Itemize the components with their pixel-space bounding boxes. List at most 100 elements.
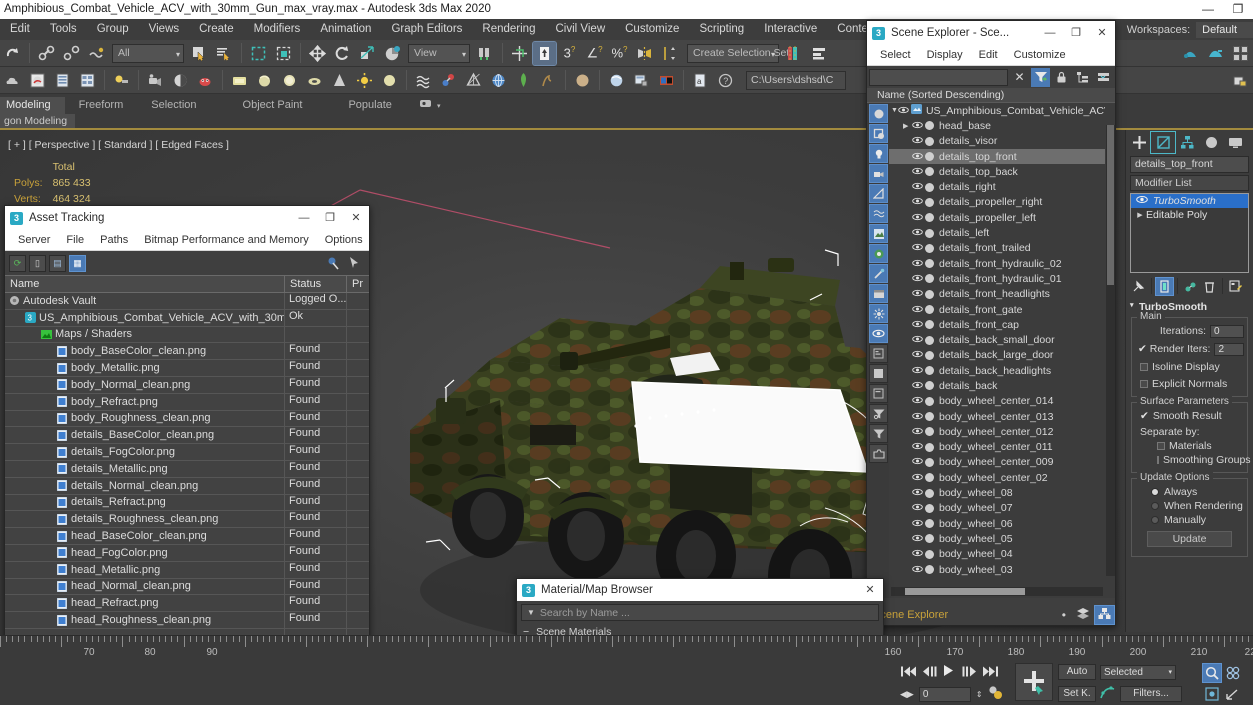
select-object-icon[interactable] xyxy=(188,42,211,65)
menu-item-rendering[interactable]: Rendering xyxy=(472,19,545,40)
refresh-icon[interactable]: ⟳ xyxy=(9,254,26,272)
eye-icon[interactable] xyxy=(912,503,923,513)
render-iters-spinner[interactable]: 2 xyxy=(1214,342,1244,356)
material-browser-toolbar-icon[interactable] xyxy=(51,69,74,92)
update-when-rendering-radio[interactable] xyxy=(1151,502,1159,510)
color-swatch-icon[interactable] xyxy=(925,335,934,345)
table-row[interactable]: details_Refract.png Found xyxy=(5,494,369,512)
render-frame-window-icon[interactable] xyxy=(1204,42,1227,65)
eye-icon[interactable] xyxy=(912,121,923,131)
scene-explorer-item[interactable]: details_back_headlights xyxy=(889,363,1105,378)
scene-explorer-item[interactable]: details_front_headlights xyxy=(889,287,1105,302)
scene-explorer-hscrollbar[interactable] xyxy=(891,587,1103,596)
eye-icon[interactable] xyxy=(912,274,923,284)
environment-sphere-icon[interactable] xyxy=(605,69,628,92)
update-always-radio[interactable] xyxy=(1151,488,1159,496)
color-swatch-icon[interactable] xyxy=(925,305,934,314)
smoothing-groups-checkbox[interactable] xyxy=(1157,456,1159,464)
filter-xrefs-icon[interactable] xyxy=(869,244,888,263)
eye-icon[interactable] xyxy=(912,381,923,391)
table-row[interactable]: head_Roughness_clean.png Found xyxy=(5,612,369,629)
table-row[interactable]: details_Normal_clean.png Found xyxy=(5,477,369,495)
scene-explorer-item[interactable]: details_visor xyxy=(889,134,1105,149)
percent-snap-toggle-icon[interactable]: 3? xyxy=(558,42,581,65)
scene-explorer-close[interactable]: ✕ xyxy=(1089,22,1115,44)
eye-icon[interactable] xyxy=(912,197,923,207)
materials-row[interactable]: Materials xyxy=(1135,439,1244,453)
update-manually-row[interactable]: Manually xyxy=(1135,513,1244,527)
scene-explorer-item[interactable]: body_wheel_07 xyxy=(889,501,1105,516)
menu-item-animation[interactable]: Animation xyxy=(310,19,381,40)
ribbon-overflow-icon[interactable]: ▾ xyxy=(406,97,455,114)
layer-manager-icon[interactable] xyxy=(783,42,806,65)
angle-snap-toggle-icon[interactable] xyxy=(532,40,557,66)
scene-explorer-item[interactable]: details_propeller_left xyxy=(889,210,1105,225)
create-selection-set-combo[interactable]: Create Selection Set xyxy=(687,43,789,63)
scene-explorer-item[interactable]: body_wheel_center_012 xyxy=(889,424,1105,439)
asset-tracking-close[interactable]: ✕ xyxy=(343,207,369,229)
scene-explorer-item[interactable]: details_top_back xyxy=(889,164,1105,179)
torus-primitive-icon[interactable] xyxy=(303,69,326,92)
scene-explorer-item[interactable]: details_back_large_door xyxy=(889,348,1105,363)
table-row[interactable]: head_BaseColor_clean.png Found xyxy=(5,528,369,545)
smooth-result-row[interactable]: ✔ Smooth Result xyxy=(1135,409,1244,423)
scene-explorer-item[interactable]: details_left xyxy=(889,225,1105,240)
previous-frame-icon[interactable] xyxy=(921,665,938,678)
color-swatch-icon[interactable] xyxy=(925,152,934,162)
spinner-snap-toggle-icon[interactable]: ∠? xyxy=(583,42,606,65)
configure-modifier-sets-icon[interactable] xyxy=(1226,277,1245,296)
color-swatch-icon[interactable] xyxy=(925,381,934,391)
filter-groups-icon[interactable] xyxy=(869,224,888,243)
eye-icon[interactable] xyxy=(912,152,923,162)
filter-visibility-icon[interactable] xyxy=(869,324,888,343)
next-frame-icon[interactable] xyxy=(961,665,978,678)
iterations-spinner[interactable]: 0 xyxy=(1210,324,1244,338)
material-browser-titlebar[interactable]: 3 Material/Map Browser ✕ xyxy=(517,579,883,601)
at-menu-options[interactable]: Options xyxy=(317,234,371,246)
eye-icon[interactable] xyxy=(912,136,923,146)
viewport-label[interactable]: [ + ] [ Perspective ] [ Standard ] [ Edg… xyxy=(8,139,229,151)
slate-material-editor-icon[interactable] xyxy=(76,69,99,92)
tab-display[interactable] xyxy=(1223,132,1247,153)
table-row[interactable]: details_FogColor.png Found xyxy=(5,444,369,461)
frame-step-icon[interactable]: ◀▶ xyxy=(900,689,914,700)
scene-explorer-item[interactable]: body_wheel_03 xyxy=(889,562,1105,577)
menu-item-civil-view[interactable]: Civil View xyxy=(545,19,615,40)
color-swatch-icon[interactable] xyxy=(925,396,934,406)
scene-explorer-item[interactable]: details_right xyxy=(889,179,1105,194)
eye-icon[interactable] xyxy=(912,320,923,330)
eye-icon[interactable] xyxy=(912,442,923,452)
selection-filter-combo[interactable]: All xyxy=(112,43,184,63)
make-unique-icon[interactable] xyxy=(1181,277,1200,296)
eye-icon[interactable] xyxy=(912,228,923,238)
filter-space-warps-icon[interactable] xyxy=(869,204,888,223)
zoom-icon[interactable] xyxy=(1202,663,1222,683)
align-icon[interactable] xyxy=(658,42,681,65)
eye-icon[interactable] xyxy=(912,534,923,544)
key-mode-icon[interactable] xyxy=(988,685,1003,703)
bind-to-space-warp-icon[interactable] xyxy=(85,42,108,65)
scene-explorer-item[interactable]: body_wheel_05 xyxy=(889,531,1105,546)
help-cursor-icon[interactable] xyxy=(345,255,362,272)
daylight-icon[interactable] xyxy=(378,69,401,92)
selected-object-name[interactable]: details_top_front xyxy=(1130,156,1249,173)
show-end-result-icon[interactable] xyxy=(1155,276,1174,296)
scene-explorer-column-header[interactable]: Name (Sorted Descending) xyxy=(867,88,1115,103)
table-row[interactable]: body_Refract.png Found xyxy=(5,393,369,411)
color-swatch-icon[interactable] xyxy=(925,534,934,544)
material-browser-close[interactable]: ✕ xyxy=(857,579,883,601)
select-by-name-icon[interactable] xyxy=(213,42,236,65)
tab-create[interactable] xyxy=(1127,132,1151,153)
color-swatch-icon[interactable] xyxy=(925,121,934,131)
sunlight-icon[interactable] xyxy=(353,69,376,92)
color-swatch-icon[interactable] xyxy=(925,442,934,452)
scene-explorer-toolbar-icon[interactable] xyxy=(808,42,831,65)
reference-coordinate-combo[interactable]: View xyxy=(408,43,470,63)
table-row[interactable]: body_Metallic.png Found xyxy=(5,360,369,377)
color-swatch-icon[interactable] xyxy=(925,243,934,253)
scene-explorer-item[interactable]: body_wheel_center_009 xyxy=(889,455,1105,470)
pin-stack-icon[interactable] xyxy=(1129,277,1148,296)
menu-item-customize[interactable]: Customize xyxy=(615,19,689,40)
tab-hierarchy[interactable] xyxy=(1175,132,1199,153)
table-row[interactable]: details_Roughness_clean.png Found xyxy=(5,511,369,529)
